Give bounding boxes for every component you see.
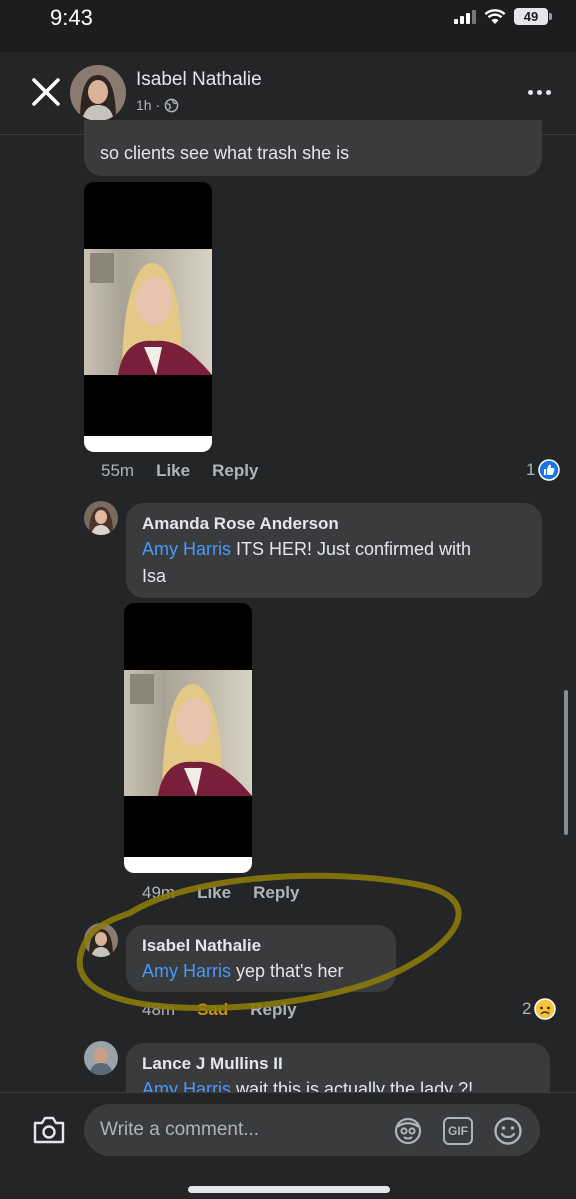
comment-author[interactable]: Amanda Rose Anderson (142, 514, 339, 534)
commenter-avatar[interactable] (84, 1041, 118, 1075)
comment-text: so clients see what trash she is (100, 143, 350, 163)
comment-attached-image[interactable] (84, 182, 212, 452)
emoji-icon (494, 1117, 522, 1145)
reply-button[interactable]: Reply (212, 461, 258, 481)
comment-actions: 48m Sad Reply (142, 1000, 297, 1020)
comment-time: 48m (142, 1000, 176, 1019)
commenter-avatar[interactable] (84, 923, 118, 957)
comment-time: 49m (142, 883, 176, 902)
mention-link[interactable]: Amy Harris (142, 539, 231, 559)
comment-text: Amy Harris yep that's her (142, 961, 344, 981)
emoji-button[interactable] (492, 1115, 524, 1147)
more-icon (527, 89, 533, 95)
avatar-sticker-icon (394, 1117, 422, 1145)
sad-icon (534, 998, 557, 1020)
sad-reaction-button[interactable]: Sad (197, 1000, 228, 1020)
like-icon (538, 459, 561, 481)
more-options-button[interactable] (522, 80, 556, 104)
comment-actions: 49m Like Reply (142, 883, 299, 903)
post-age: 1h · (136, 97, 161, 113)
screenshot-nav-bar (124, 857, 252, 873)
comment-text: Amy Harris ITS HER! Just confirmed with … (142, 539, 472, 586)
avatar-sticker-button[interactable] (392, 1115, 424, 1147)
battery-icon: 49 (514, 8, 552, 25)
gif-button[interactable]: GIF (442, 1115, 474, 1147)
reaction-count: 2 (522, 999, 532, 1018)
post-meta: 1h · (136, 97, 179, 113)
reaction-summary[interactable]: 2 (522, 998, 557, 1020)
scrollbar[interactable] (564, 690, 568, 835)
poster-avatar[interactable] (70, 65, 126, 121)
poster-name[interactable]: Isabel Nathalie (136, 69, 262, 91)
comment-author[interactable]: Isabel Nathalie (142, 936, 261, 956)
camera-button[interactable] (30, 1113, 68, 1147)
commenter-avatar[interactable] (84, 501, 118, 535)
camera-icon (33, 1116, 65, 1144)
comment-composer: GIF (0, 1092, 576, 1199)
reply-button[interactable]: Reply (250, 1000, 296, 1020)
close-button[interactable] (28, 74, 64, 110)
reaction-summary[interactable]: 1 (526, 459, 561, 481)
photo (124, 670, 252, 796)
comment-bubble[interactable]: Amanda Rose Anderson Amy Harris ITS HER!… (126, 503, 542, 598)
like-button[interactable]: Like (197, 883, 231, 903)
comment-actions: 55m Like Reply (101, 461, 258, 481)
comment-bubble[interactable]: Isabel Nathalie Amy Harris yep that's he… (126, 925, 396, 992)
status-time: 9:43 (50, 5, 93, 30)
gif-icon: GIF (443, 1117, 473, 1145)
home-indicator[interactable] (188, 1186, 390, 1193)
status-bar: 9:43 49 (0, 0, 576, 52)
status-icons: 49 (454, 8, 552, 25)
comment-bubble[interactable]: so clients see what trash she is (84, 120, 542, 176)
screen: 9:43 49 Isabel Nathalie 1h · so clients … (0, 0, 576, 1199)
reply-button[interactable]: Reply (253, 883, 299, 903)
comment-time: 55m (101, 461, 135, 480)
mention-link[interactable]: Amy Harris (142, 961, 231, 981)
like-button[interactable]: Like (156, 461, 190, 481)
signal-icon (454, 9, 476, 24)
screenshot-nav-bar (84, 436, 212, 452)
comment-attached-image[interactable] (124, 603, 252, 873)
close-icon (32, 78, 60, 106)
reaction-count: 1 (526, 460, 536, 479)
comment-author[interactable]: Lance J Mullins II (142, 1054, 283, 1074)
wifi-icon (484, 8, 506, 24)
globe-icon (164, 98, 179, 112)
photo (84, 249, 212, 375)
